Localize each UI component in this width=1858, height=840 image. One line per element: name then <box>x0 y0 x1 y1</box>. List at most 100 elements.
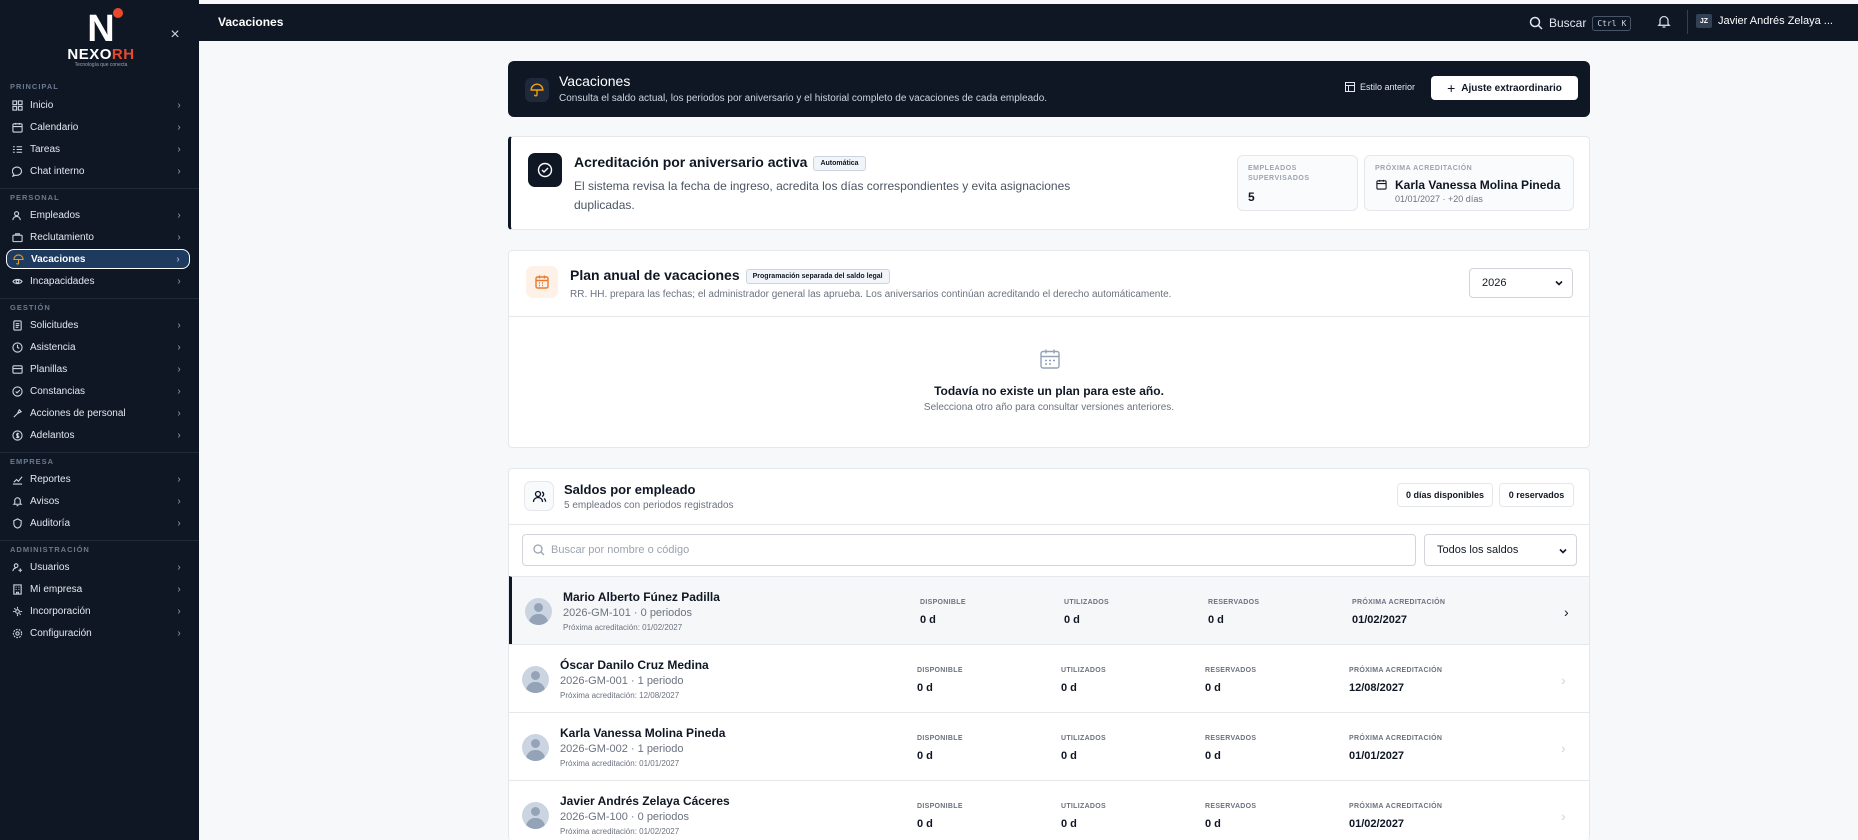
employee-search-field[interactable] <box>522 534 1416 566</box>
chart-icon <box>11 473 23 485</box>
sidebar-item-vacaciones[interactable]: Vacaciones › <box>6 249 190 269</box>
balances-subtitle: 5 empleados con periodos registrados <box>564 500 734 511</box>
calendar-icon <box>11 121 23 133</box>
chevron-right-icon: › <box>177 407 181 419</box>
chevron-right-icon: › <box>177 231 181 243</box>
employee-code: 2026-GM-002 · 1 periodo <box>560 743 684 755</box>
calendar-icon <box>1376 179 1387 190</box>
plan-title: Plan anual de vacaciones Programación sep… <box>570 267 890 284</box>
chevron-right-icon: › <box>177 385 181 397</box>
action-icon <box>11 407 23 419</box>
sidebar-item-acciones-de-personal[interactable]: Acciones de personal › <box>6 404 190 422</box>
sidebar-item-planillas[interactable]: Planillas › <box>6 360 190 378</box>
used-value: 0 d <box>1064 614 1080 626</box>
avatar: JZ <box>1696 14 1712 28</box>
old-style-link[interactable]: Estilo anterior <box>1345 82 1415 92</box>
sidebar-item-avisos[interactable]: Avisos › <box>6 492 190 510</box>
notifications-bell-icon[interactable] <box>1657 14 1673 30</box>
sidebar-item-solicitudes[interactable]: Solicitudes › <box>6 316 190 334</box>
next-accreditation-date: 01/01/2027 · +20 días <box>1395 194 1483 204</box>
balance-filter-select[interactable]: Todos los saldos <box>1424 534 1577 566</box>
building-icon <box>11 583 23 595</box>
annual-vacation-plan-card: Plan anual de vacaciones Programación sep… <box>508 250 1590 448</box>
users-icon <box>11 209 23 221</box>
sidebar-item-empleados[interactable]: Empleados › <box>6 206 190 224</box>
sidebar-item-auditoria[interactable]: Auditoría › <box>6 514 190 532</box>
year-select[interactable]: 2026 <box>1469 268 1573 298</box>
payroll-icon <box>11 363 23 375</box>
employee-name: Óscar Danilo Cruz Medina <box>560 658 709 672</box>
vacations-header-banner: Vacaciones Consulta el saldo actual, los… <box>508 61 1590 117</box>
check-circle-icon <box>528 153 562 187</box>
user-key-icon <box>11 561 23 573</box>
sidebar-item-calendario[interactable]: Calendario › <box>6 118 190 136</box>
plan-badge: Programación separada del saldo legal <box>745 268 890 284</box>
health-icon <box>11 275 23 287</box>
chevron-right-icon: › <box>177 605 181 617</box>
user-name: Javier Andrés Zelaya ... <box>1718 15 1833 27</box>
employee-search-input[interactable] <box>551 535 1401 565</box>
chevron-right-icon: › <box>177 583 181 595</box>
table-row[interactable]: Karla Vanessa Molina Pineda 2026-GM-002 … <box>509 712 1589 780</box>
chevron-right-icon: › <box>177 363 181 375</box>
avatar <box>522 734 549 761</box>
avatar <box>525 598 552 625</box>
next-accreditation-value: 01/02/2027 <box>1349 818 1405 830</box>
employee-next-accreditation: Próxima acreditación: 01/02/2027 <box>560 827 680 836</box>
supervised-employees-stat: EMPLEADOS SUPERVISADOS 5 <box>1237 155 1358 211</box>
sidebar-item-constancias[interactable]: Constancias › <box>6 382 190 400</box>
anniversary-accreditation-card: Acreditación por aniversario activa Autom… <box>508 136 1590 230</box>
section-label-principal: PRINCIPAL <box>10 82 59 91</box>
section-label-empresa: EMPRESA <box>10 457 55 466</box>
chevron-right-icon: › <box>177 319 181 331</box>
available-days-pill: 0 días disponibles <box>1397 483 1493 507</box>
employee-code: 2026-GM-101 · 0 periodos <box>563 607 693 619</box>
automatic-badge: Automática <box>813 155 866 171</box>
sidebar: N NEXORH Tecnología que conecta × PRINCI… <box>0 0 199 840</box>
sidebar-item-asistencia[interactable]: Asistencia › <box>6 338 190 356</box>
employee-name: Javier Andrés Zelaya Cáceres <box>560 794 730 808</box>
user-menu[interactable]: JZ Javier Andrés Zelaya ... <box>1696 10 1833 32</box>
chevron-right-icon: › <box>177 121 181 133</box>
chevron-right-icon: › <box>177 341 181 353</box>
accreditation-title: Acreditación por aniversario activa Autom… <box>574 154 866 171</box>
section-label-administracion: ADMINISTRACIÓN <box>10 545 90 554</box>
sidebar-item-incapacidades[interactable]: Incapacidades › <box>6 272 190 290</box>
money-icon <box>11 429 23 441</box>
banner-subtitle: Consulta el saldo actual, los periodos p… <box>559 93 1048 104</box>
sidebar-item-reportes[interactable]: Reportes › <box>6 470 190 488</box>
umbrella-icon <box>12 253 24 265</box>
table-row[interactable]: Mario Alberto Fúnez Padilla 2026-GM-101 … <box>509 576 1589 644</box>
empty-calendar-icon <box>1040 349 1060 369</box>
employee-name: Karla Vanessa Molina Pineda <box>560 726 726 740</box>
chevron-right-icon: › <box>177 275 181 287</box>
sidebar-item-inicio[interactable]: Inicio › <box>6 96 190 114</box>
sidebar-item-usuarios[interactable]: Usuarios › <box>6 558 190 576</box>
audit-icon <box>11 517 23 529</box>
sidebar-item-adelantos[interactable]: Adelantos › <box>6 426 190 444</box>
table-row[interactable]: Óscar Danilo Cruz Medina 2026-GM-001 · 1… <box>509 644 1589 712</box>
sidebar-item-configuracion[interactable]: Configuración › <box>6 624 190 642</box>
extraordinary-adjustment-button[interactable]: + Ajuste extraordinario <box>1431 76 1578 100</box>
employee-next-accreditation: Próxima acreditación: 01/01/2027 <box>560 759 680 768</box>
certificate-icon <box>11 385 23 397</box>
plan-subtitle: RR. HH. prepara las fechas; el administr… <box>570 289 1172 300</box>
used-value: 0 d <box>1061 818 1077 830</box>
close-sidebar-icon[interactable]: × <box>168 27 182 43</box>
chevron-right-icon: › <box>1561 740 1566 756</box>
sidebar-item-chat-interno[interactable]: Chat interno › <box>6 162 190 180</box>
page-title: Vacaciones <box>218 15 284 29</box>
global-search-button[interactable]: Buscar Ctrl K <box>1529 12 1632 34</box>
sidebar-item-mi-empresa[interactable]: Mi empresa › <box>6 580 190 598</box>
sidebar-item-tareas[interactable]: Tareas › <box>6 140 190 158</box>
main-content: Vacaciones Consulta el saldo actual, los… <box>199 41 1858 840</box>
supervised-count: 5 <box>1248 190 1255 204</box>
calendar-icon <box>526 266 558 298</box>
top-bar: Vacaciones Buscar Ctrl K JZ Javier André… <box>199 4 1858 41</box>
table-row[interactable]: Javier Andrés Zelaya Cáceres 2026-GM-100… <box>509 780 1589 840</box>
employee-next-accreditation: Próxima acreditación: 12/08/2027 <box>560 691 680 700</box>
next-accreditation-value: 01/01/2027 <box>1349 750 1405 762</box>
sidebar-item-incorporacion[interactable]: Incorporación › <box>6 602 190 620</box>
sidebar-item-reclutamiento[interactable]: Reclutamiento › <box>6 228 190 246</box>
chevron-down-icon <box>1555 280 1563 286</box>
